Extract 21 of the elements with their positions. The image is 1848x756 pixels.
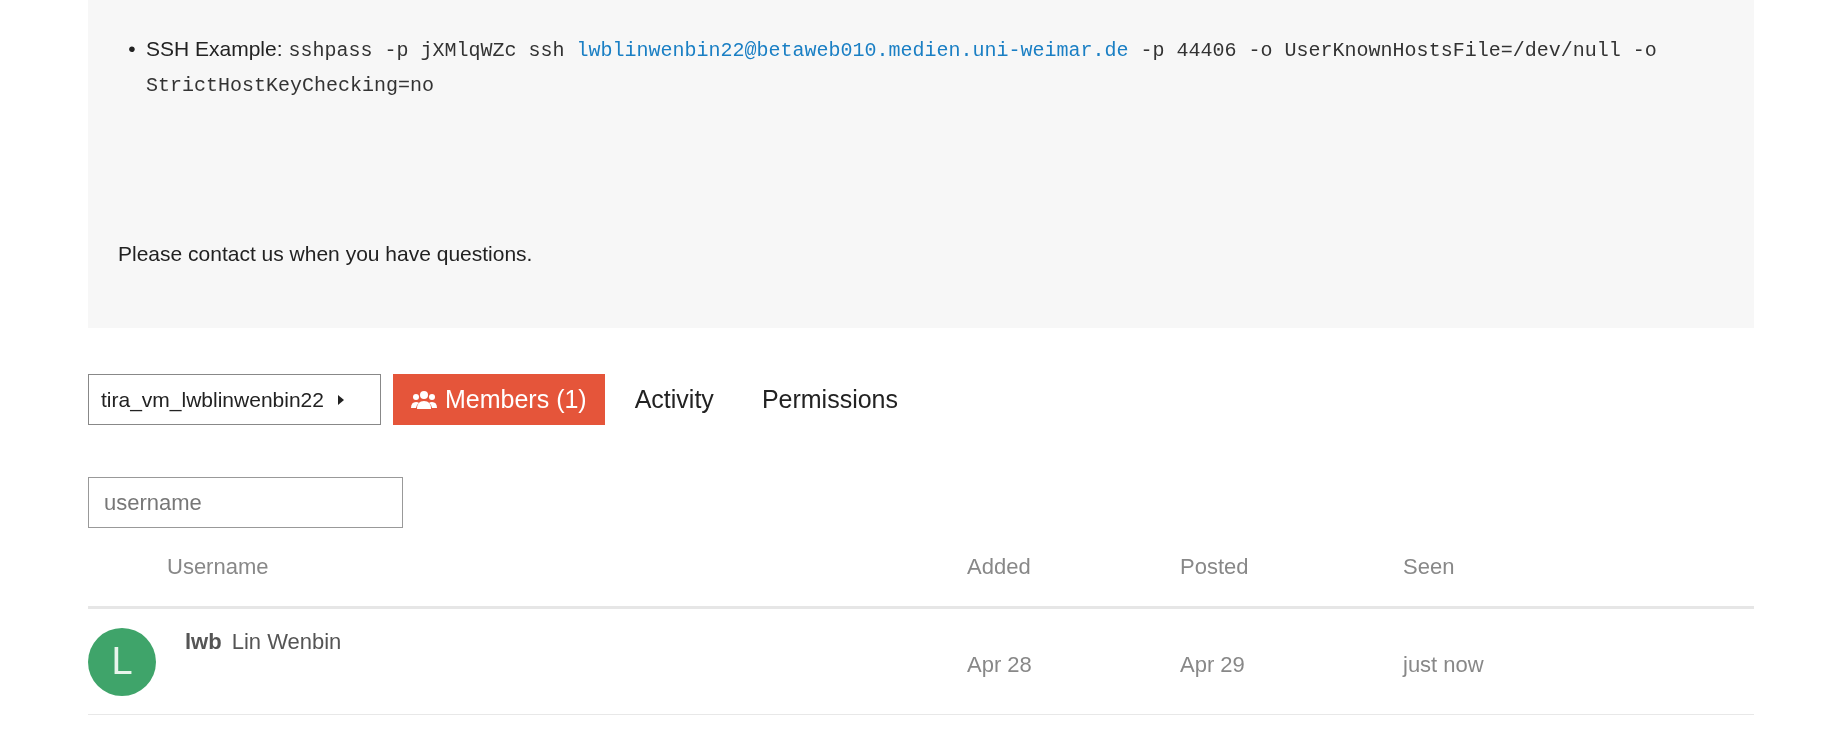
seen-time: just now bbox=[1403, 650, 1485, 678]
username: lwb bbox=[185, 629, 222, 655]
column-header: Seen bbox=[1403, 554, 1456, 580]
column-header: Posted bbox=[1180, 554, 1250, 580]
tab[interactable]: Activity bbox=[616, 374, 732, 425]
full-name: Lin Wenbin bbox=[231, 629, 342, 655]
tab[interactable]: Members (1) bbox=[393, 374, 605, 425]
vm-dropdown[interactable]: tira_vm_lwblinwenbin22 bbox=[88, 374, 381, 425]
ssh-example-text: SSH Example: sshpass -p jXMlqWZc ssh lwblinwenbin22@betaweb010.medien.uni-weimar.de -p 44406 -o UserKnownHostsFile=/dev/null -o StrictHostKeyChecking=no bbox=[146, 36, 1658, 99]
caret-icon bbox=[335, 393, 346, 406]
username-search-field[interactable]: username bbox=[88, 477, 403, 528]
tab[interactable]: Permissions bbox=[743, 374, 917, 425]
avatar: L bbox=[88, 627, 156, 696]
users-icon bbox=[411, 389, 437, 410]
added-date: Apr 28 bbox=[967, 650, 1033, 678]
ssh-address-link[interactable]: lwblinwenbin22@betaweb010.medien.uni-weimar.de bbox=[576, 39, 1129, 62]
column-header: Username bbox=[167, 554, 270, 580]
column-header: Added bbox=[967, 554, 1032, 580]
posted-date: Apr 29 bbox=[1180, 650, 1246, 678]
contact-note: Please contact us when you have questions. bbox=[118, 242, 534, 266]
bullet: • bbox=[127, 36, 137, 62]
